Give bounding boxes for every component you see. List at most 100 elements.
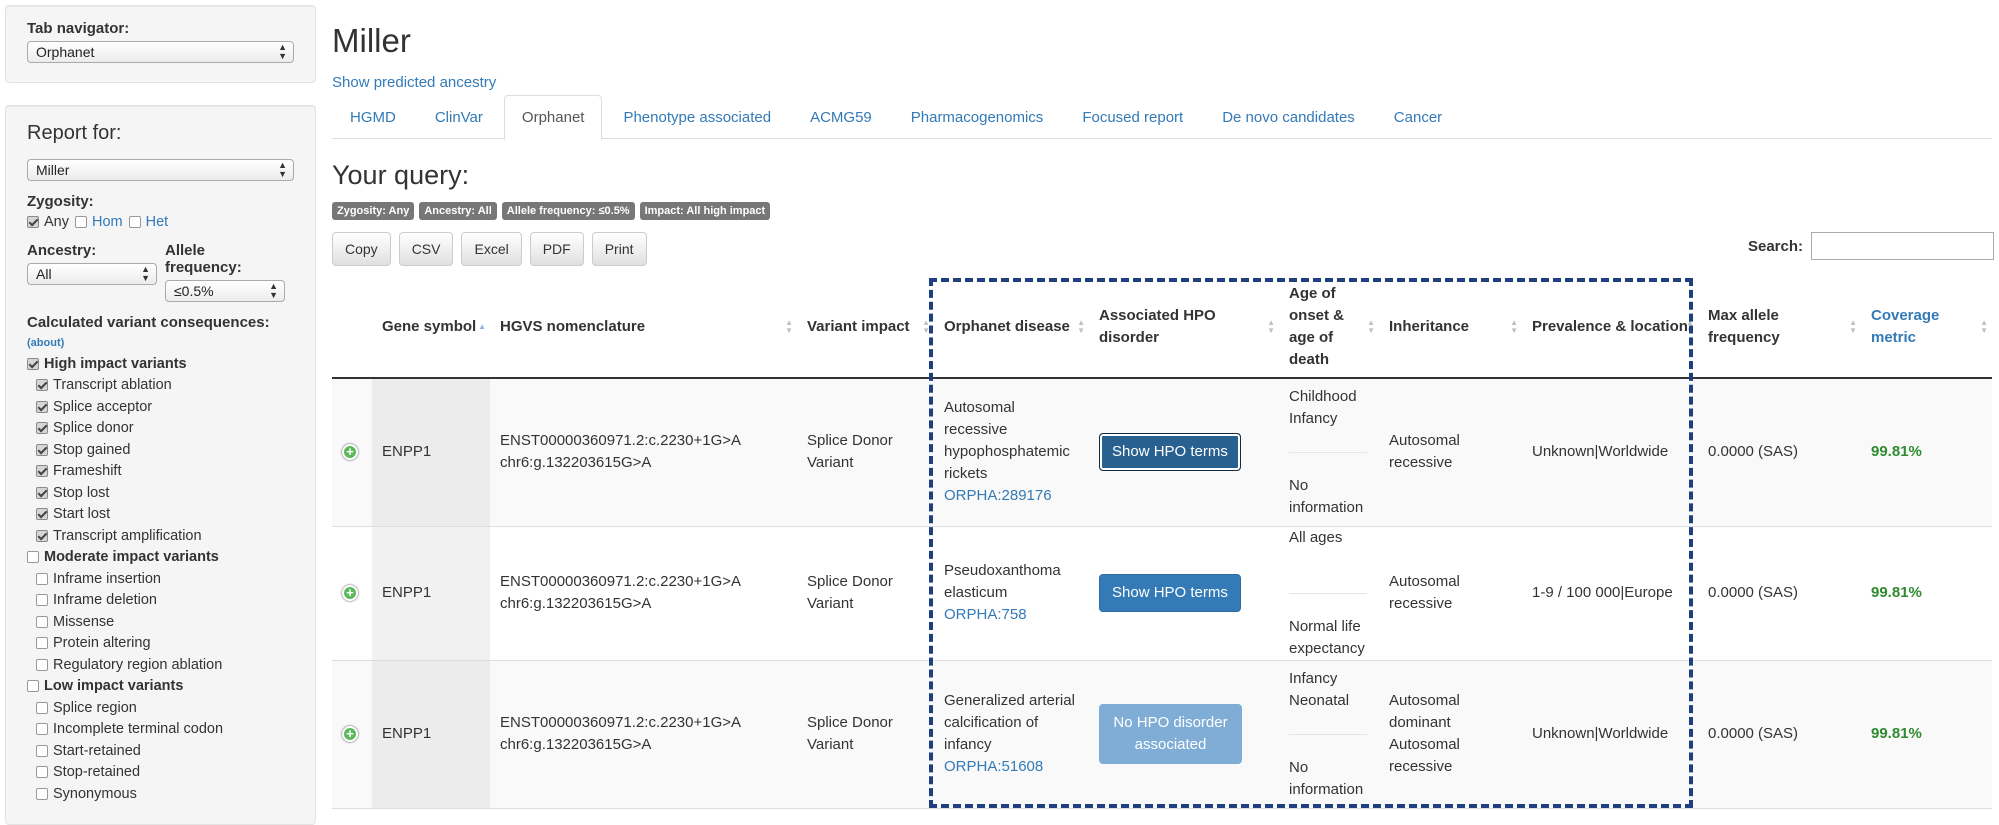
prevalence-cell-text: Unknown|Worldwide — [1532, 725, 1669, 742]
disease-name: Autosomal recessive hypophosphatemic ric… — [944, 399, 1070, 483]
moderate-impact-variants-checkbox[interactable] — [27, 551, 39, 564]
tab-cancer[interactable]: Cancer — [1376, 95, 1460, 139]
select-arrows-icon: ▲ ▼ — [278, 160, 287, 179]
age-of-death: No information — [1289, 735, 1369, 801]
csv-button[interactable]: CSV — [398, 232, 454, 266]
header-gene-symbol[interactable]: Gene symbol ▲ — [372, 276, 490, 379]
consequence-label: Incomplete terminal codon — [53, 721, 224, 738]
inframe-insertion-checkbox[interactable] — [36, 572, 48, 585]
allele-frequency-value: ≤0.5% — [174, 283, 214, 299]
consequence-item-protein-altering: Protein altering — [27, 633, 294, 655]
max-allele-frequency-cell: 0.0000 (SAS) — [1698, 660, 1861, 809]
table-row: + ENPP1 ENST00000360971.2:c.2230+1G>A chr6:… — [332, 526, 1992, 661]
coverage-metric-cell-text: 99.81% — [1871, 584, 1922, 601]
tab-navigator-select[interactable]: Orphanet ▲ ▼ — [27, 41, 294, 63]
zygosity-options: Any Hom Het — [27, 214, 294, 230]
inframe-deletion-checkbox[interactable] — [36, 594, 48, 607]
zygosity-any-checkbox[interactable] — [27, 216, 39, 228]
age-onset-death-cell: Infancy Neonatal No information — [1279, 660, 1379, 809]
expand-row-icon[interactable]: + — [342, 726, 358, 742]
consequence-item-inframe-insertion: Inframe insertion — [27, 568, 294, 590]
zygosity-hom-checkbox[interactable] — [75, 216, 87, 228]
consequence-item-missense: Missense — [27, 611, 294, 633]
tab-hgmd[interactable]: HGMD — [332, 95, 414, 139]
consequence-item-start-retained: Start-retained — [27, 740, 294, 762]
splice-donor-checkbox[interactable] — [36, 422, 48, 435]
show-hpo-terms-button[interactable]: Show HPO terms — [1099, 433, 1241, 472]
regulatory-region-ablation-checkbox[interactable] — [36, 658, 48, 671]
tab-clinvar[interactable]: ClinVar — [417, 95, 501, 139]
transcript-amplification-checkbox[interactable] — [36, 529, 48, 542]
start-lost-checkbox[interactable] — [36, 508, 48, 521]
orpha-link[interactable]: ORPHA:758 — [944, 604, 1079, 626]
header-inheritance[interactable]: Inheritance ▲ ▼ — [1379, 276, 1522, 379]
search-input[interactable] — [1811, 232, 1994, 260]
sort-ascending-icon: ▲ — [478, 321, 486, 331]
tab-navigator-value: Orphanet — [36, 44, 95, 60]
orphanet-disease-cell: Pseudoxanthoma elasticum ORPHA:758 — [934, 526, 1089, 661]
report-for-select[interactable]: Miller ▲ ▼ — [27, 159, 294, 181]
consequence-label: Low impact variants — [44, 678, 184, 695]
missense-checkbox[interactable] — [36, 615, 48, 628]
orpha-link[interactable]: ORPHA:51608 — [944, 756, 1079, 778]
incomplete-terminal-codon-checkbox[interactable] — [36, 723, 48, 736]
header-associated-hpo-disorder[interactable]: Associated HPO disorder ▲ ▼ — [1089, 276, 1279, 379]
hgvs-genomic: chr6:g.132203615G>A — [500, 595, 652, 612]
tab-phenotype-associated[interactable]: Phenotype associated — [605, 95, 789, 139]
allele-frequency-select[interactable]: ≤0.5% ▲ ▼ — [165, 280, 285, 302]
expand-row-icon[interactable]: + — [342, 444, 358, 461]
frameshift-checkbox[interactable] — [36, 465, 48, 478]
ancestry-label: Ancestry: — [27, 242, 97, 259]
consequence-label: Start lost — [53, 506, 111, 523]
low-impact-variants-checkbox[interactable] — [27, 680, 39, 693]
orpha-link[interactable]: ORPHA:289176 — [944, 485, 1079, 507]
stop-gained-checkbox[interactable] — [36, 443, 48, 456]
tab-acmg59[interactable]: ACMG59 — [792, 95, 890, 139]
header-coverage-metric[interactable]: Coverage metric ▲ ▼ — [1861, 276, 1992, 379]
protein-altering-checkbox[interactable] — [36, 637, 48, 650]
header-max-allele-frequency[interactable]: Max allele frequency ▲ ▼ — [1698, 276, 1861, 379]
tab-de-novo-candidates[interactable]: De novo candidates — [1204, 95, 1373, 139]
hgvs-genomic: chr6:g.132203615G>A — [500, 454, 652, 472]
show-hpo-terms-button[interactable]: Show HPO terms — [1099, 574, 1241, 612]
consequences-label: Calculated variant consequences: — [27, 314, 270, 331]
consequence-label: Transcript amplification — [53, 527, 202, 544]
stop-retained-checkbox[interactable] — [36, 766, 48, 779]
excel-button[interactable]: Excel — [461, 232, 522, 266]
zygosity-hom-label[interactable]: Hom — [92, 214, 123, 230]
hgvs-cell: ENST00000360971.2:c.2230+1G>A chr6:g.1322… — [490, 660, 797, 809]
header-hgvs-nomenclature[interactable]: HGVS nomenclature ▲ ▼ — [490, 276, 797, 379]
header-age-of-onset-age-of-death[interactable]: Age of onset & age of death ▲ ▼ — [1279, 276, 1379, 379]
hgvs-genomic: chr6:g.132203615G>A — [500, 736, 652, 753]
tab-focused-report[interactable]: Focused report — [1064, 95, 1201, 139]
splice-region-checkbox[interactable] — [36, 701, 48, 714]
splice-acceptor-checkbox[interactable] — [36, 400, 48, 413]
inheritance-cell-text: Autosomal dominant Autosomal recessive — [1389, 692, 1460, 775]
synonymous-checkbox[interactable] — [36, 787, 48, 800]
header-prevalence-location[interactable]: Prevalence & location ▲ ▼ — [1522, 276, 1698, 379]
disease-name: Pseudoxanthoma elasticum — [944, 562, 1061, 601]
age-of-onset-text: Infancy Neonatal — [1289, 669, 1350, 709]
ancestry-select[interactable]: All ▲ ▼ — [27, 263, 157, 285]
tab-orphanet[interactable]: Orphanet — [503, 95, 603, 140]
pdf-button[interactable]: PDF — [529, 232, 584, 266]
consequence-item-stop-gained: Stop gained — [27, 439, 294, 461]
tab-pharmacogenomics[interactable]: Pharmacogenomics — [893, 95, 1062, 139]
copy-button[interactable]: Copy — [332, 232, 391, 266]
report-for-value: Miller — [36, 162, 70, 178]
show-predicted-ancestry-link[interactable]: Show predicted ancestry — [332, 74, 496, 91]
start-retained-checkbox[interactable] — [36, 744, 48, 757]
age-onset-death-cell: Childhood Infancy No information — [1279, 378, 1379, 527]
zygosity-het-checkbox[interactable] — [128, 216, 141, 228]
expand-row-icon[interactable]: + — [342, 585, 358, 601]
table-row: + ENPP1 ENST00000360971.2:c.2230+1G>A chr6:… — [332, 378, 1992, 527]
transcript-ablation-checkbox[interactable] — [36, 379, 48, 392]
select-arrows-icon: ▲ ▼ — [278, 42, 287, 61]
zygosity-het-label[interactable]: Het — [146, 214, 169, 230]
header-variant-impact[interactable]: Variant impact ▲ ▼ — [797, 276, 934, 379]
header-orphanet-disease[interactable]: Orphanet disease ▲ ▼ — [934, 276, 1089, 379]
high-impact-variants-checkbox[interactable] — [27, 357, 39, 370]
print-button[interactable]: Print — [591, 232, 647, 266]
stop-lost-checkbox[interactable] — [36, 486, 48, 499]
consequences-about-link[interactable]: (about) — [27, 337, 294, 349]
